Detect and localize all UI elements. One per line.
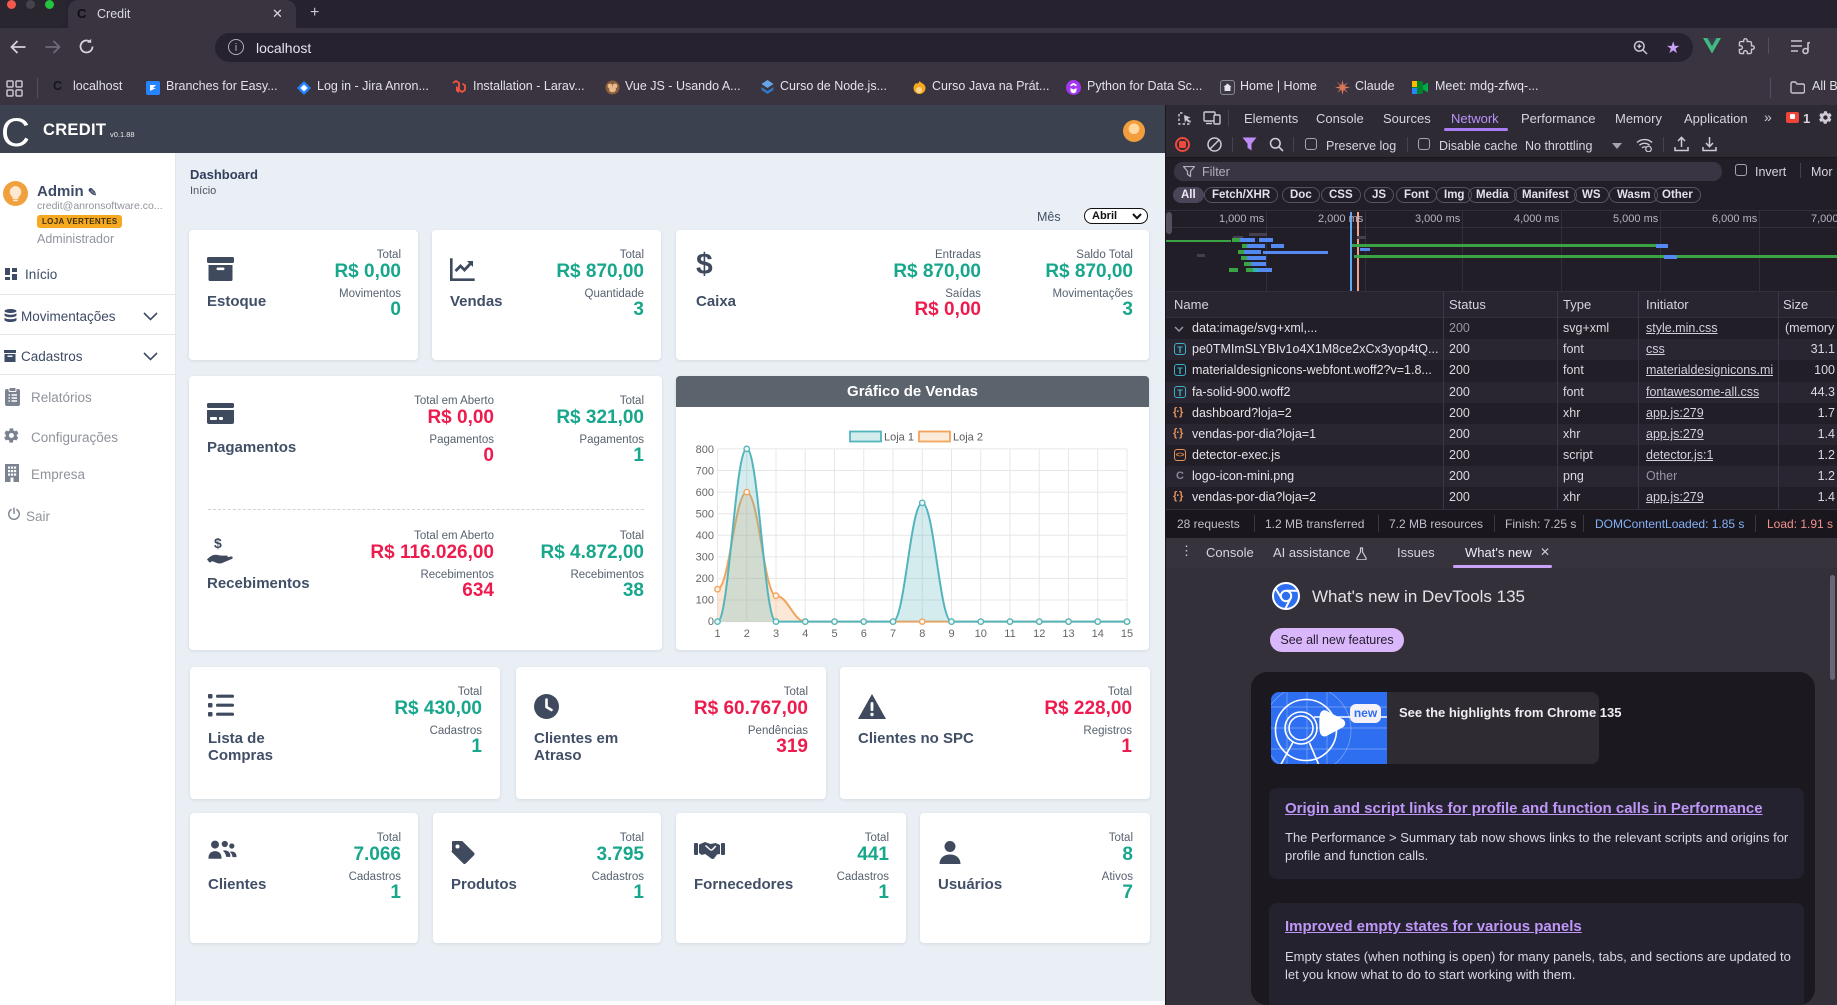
svg-text:10: 10 <box>975 628 987 640</box>
svg-text:100: 100 <box>696 595 714 607</box>
svg-text:2: 2 <box>744 628 750 640</box>
svg-text:300: 300 <box>696 552 714 564</box>
svg-text:15: 15 <box>1121 628 1133 640</box>
svg-text:9: 9 <box>948 628 954 640</box>
svg-text:400: 400 <box>696 530 714 542</box>
svg-text:3: 3 <box>773 628 779 640</box>
svg-text:7: 7 <box>890 628 896 640</box>
svg-text:6: 6 <box>861 628 867 640</box>
svg-text:Loja 1: Loja 1 <box>884 432 914 444</box>
svg-text:8: 8 <box>919 628 925 640</box>
svg-text:11: 11 <box>1004 628 1015 640</box>
svg-text:600: 600 <box>696 487 714 499</box>
svg-text:800: 800 <box>696 444 714 456</box>
svg-text:1: 1 <box>714 628 720 640</box>
svg-text:14: 14 <box>1092 628 1104 640</box>
svg-text:4: 4 <box>802 628 808 640</box>
svg-text:500: 500 <box>696 509 714 521</box>
svg-text:$: $ <box>214 536 222 551</box>
svg-text:12: 12 <box>1033 628 1045 640</box>
svg-text:0: 0 <box>708 616 714 628</box>
svg-text:Loja 2: Loja 2 <box>953 432 983 444</box>
svg-text:13: 13 <box>1062 628 1074 640</box>
svg-text:700: 700 <box>696 466 714 478</box>
svg-text:5: 5 <box>831 628 837 640</box>
svg-text:200: 200 <box>696 573 714 585</box>
